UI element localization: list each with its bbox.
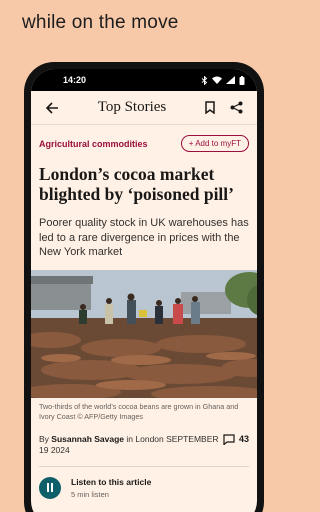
- bluetooth-icon: [201, 75, 208, 85]
- status-bar: 14:20: [31, 69, 257, 91]
- listen-text: Listen to this article 5 min listen: [71, 477, 151, 499]
- byline-text: By Susannah Savage in London SEPTEMBER 1…: [39, 434, 219, 456]
- status-icons: [201, 75, 245, 85]
- page-title: Top Stories: [97, 99, 167, 115]
- phone-frame: 14:20 Top Stories Agricultural commoditi…: [24, 62, 264, 512]
- image-caption: Two-thirds of the world’s cocoa beans ar…: [39, 401, 239, 421]
- listen-duration: 5 min listen: [71, 489, 109, 499]
- back-button[interactable]: [39, 95, 65, 121]
- comment-icon: [223, 433, 235, 445]
- bookmark-button[interactable]: [197, 95, 223, 121]
- byline-prefix: By: [39, 433, 52, 444]
- app-bar: Top Stories: [31, 91, 257, 125]
- arrow-left-icon: [45, 101, 58, 114]
- signal-icon: [226, 76, 235, 84]
- comment-count: 43: [238, 433, 249, 444]
- status-time: 14:20: [63, 75, 87, 85]
- topic-link[interactable]: Agricultural commodities: [39, 139, 148, 149]
- article-content: Agricultural commodities + Add to myFT L…: [31, 135, 257, 499]
- share-button[interactable]: [223, 95, 249, 121]
- author-link[interactable]: Susannah Savage: [51, 434, 124, 444]
- promo-text: while on the move: [22, 12, 179, 33]
- divider: [39, 465, 249, 467]
- add-to-myft-button[interactable]: + Add to myFT: [180, 135, 249, 152]
- article-standfirst: Poorer quality stock in UK warehouses ha…: [39, 217, 249, 258]
- phone-screen: 14:20 Top Stories Agricultural commoditi…: [31, 69, 257, 512]
- byline: By Susannah Savage in London SEPTEMBER 1…: [39, 434, 249, 456]
- bookmark-icon: [205, 101, 215, 114]
- listen-row[interactable]: Listen to this article 5 min listen: [39, 476, 249, 499]
- article-headline: London’s cocoa market blighted by ‘poiso…: [39, 164, 234, 204]
- pause-icon: [47, 483, 53, 492]
- share-icon: [230, 101, 242, 114]
- play-pause-button[interactable]: [39, 476, 61, 499]
- wifi-icon: [212, 76, 222, 84]
- listen-title: Listen to this article: [71, 476, 152, 487]
- comments-button[interactable]: 43: [223, 434, 249, 445]
- battery-icon: [239, 75, 245, 85]
- topic-row: Agricultural commodities + Add to myFT: [39, 135, 249, 152]
- article-image: [31, 269, 257, 398]
